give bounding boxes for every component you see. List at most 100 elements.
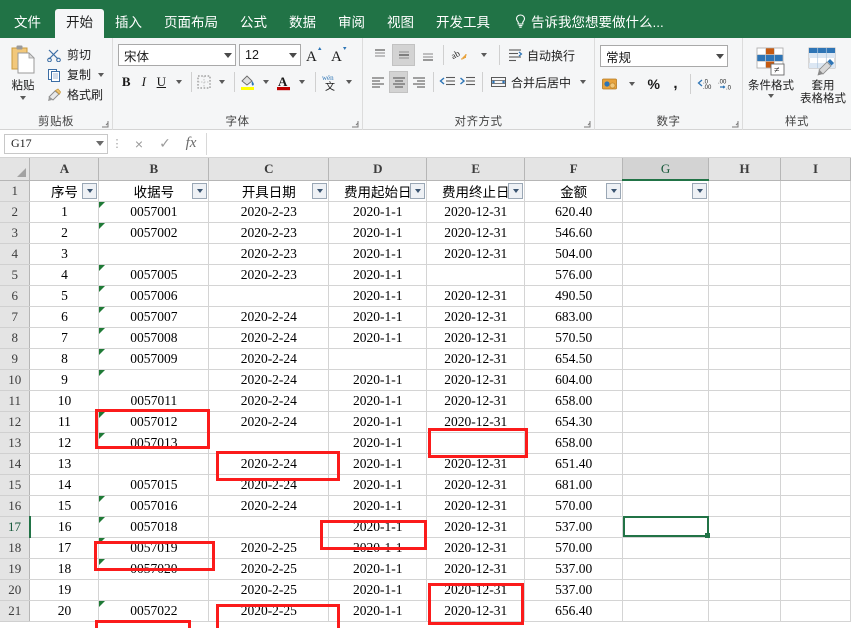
filter-dropdown-icon[interactable] [312, 182, 328, 199]
cell-D5[interactable]: 2020-1-1 [328, 264, 428, 286]
cell-A17[interactable]: 16 [29, 516, 100, 538]
cell-B5[interactable]: 0057005 [98, 264, 210, 286]
font-size-combobox[interactable]: 12 [239, 44, 301, 66]
cell-D20[interactable]: 2020-1-1 [328, 579, 428, 601]
comma-style-button[interactable]: , [665, 73, 686, 95]
cell-F8[interactable]: 570.50 [524, 327, 624, 349]
cell-F21[interactable]: 656.40 [524, 600, 624, 622]
clipboard-dialog-launcher[interactable] [101, 120, 109, 128]
cell-F15[interactable]: 681.00 [524, 474, 624, 496]
cell-D16[interactable]: 2020-1-1 [328, 495, 428, 517]
tab-insert[interactable]: 插入 [104, 9, 153, 38]
cell-H8[interactable] [708, 327, 782, 349]
cell-C19[interactable]: 2020-2-25 [208, 558, 330, 580]
cell-A5[interactable]: 4 [29, 264, 100, 286]
cell-F18[interactable]: 570.00 [524, 537, 624, 559]
cell-G18[interactable] [622, 537, 710, 559]
cell-I20[interactable] [780, 579, 851, 601]
cell-A19[interactable]: 18 [29, 558, 100, 580]
row-header-14[interactable]: 14 [0, 453, 31, 475]
cell-D3[interactable]: 2020-1-1 [328, 222, 428, 244]
filter-dropdown-icon[interactable] [410, 182, 426, 199]
cell-A21[interactable]: 20 [29, 600, 100, 622]
filter-dropdown-icon[interactable] [692, 183, 708, 199]
bold-button[interactable]: B [118, 71, 135, 93]
tab-review[interactable]: 审阅 [327, 9, 376, 38]
chevron-down-icon[interactable] [289, 52, 297, 58]
row-header-16[interactable]: 16 [0, 495, 31, 517]
cell-G21[interactable] [622, 600, 710, 622]
cell-I11[interactable] [780, 390, 851, 412]
cell-G19[interactable] [622, 558, 710, 580]
row-header-8[interactable]: 8 [0, 327, 31, 349]
font-color-dropdown[interactable] [294, 71, 311, 93]
underline-button[interactable]: U [153, 71, 170, 93]
cell-I17[interactable] [780, 516, 851, 538]
conditional-formatting-button[interactable]: ≠ 条件格式 [748, 44, 794, 98]
cell-I15[interactable] [780, 474, 851, 496]
tab-home[interactable]: 开始 [55, 9, 104, 38]
cell-B8[interactable]: 0057008 [98, 327, 210, 349]
name-box[interactable]: G17 [4, 133, 108, 154]
row-header-17[interactable]: 17 [0, 516, 31, 538]
cell-F11[interactable]: 658.00 [524, 390, 624, 412]
row-header-1[interactable]: 1 [0, 180, 31, 202]
cut-button[interactable]: 剪切 [43, 45, 107, 64]
cell-B7[interactable]: 0057007 [98, 306, 210, 328]
row-header-11[interactable]: 11 [0, 390, 31, 412]
align-right-button[interactable] [409, 71, 429, 93]
cell-B16[interactable]: 0057016 [98, 495, 210, 517]
cell-E8[interactable]: 2020-12-31 [426, 327, 526, 349]
cell-A12[interactable]: 11 [29, 411, 100, 433]
cell-A18[interactable]: 17 [29, 537, 100, 559]
cell-H10[interactable] [708, 369, 782, 391]
cell-I13[interactable] [780, 432, 851, 454]
cell-C14[interactable]: 2020-2-24 [208, 453, 330, 475]
cell-A3[interactable]: 2 [29, 222, 100, 244]
header-cell-d[interactable]: 费用起始日 [328, 180, 428, 202]
cell-B12[interactable]: 0057012 [98, 411, 210, 433]
column-header-g[interactable]: G [622, 158, 710, 181]
cell-C15[interactable]: 2020-2-24 [208, 474, 330, 496]
chevron-down-icon[interactable] [580, 80, 586, 84]
row-header-3[interactable]: 3 [0, 222, 31, 244]
cell-H14[interactable] [708, 453, 782, 475]
cell-C10[interactable]: 2020-2-24 [208, 369, 330, 391]
cell-D19[interactable]: 2020-1-1 [328, 558, 428, 580]
cell-H21[interactable] [708, 600, 782, 622]
cell-A11[interactable]: 10 [29, 390, 100, 412]
cell-G13[interactable] [622, 432, 710, 454]
accounting-dropdown[interactable] [622, 73, 643, 95]
row-header-15[interactable]: 15 [0, 474, 31, 496]
cell-A2[interactable]: 1 [29, 201, 100, 223]
select-all-corner[interactable] [0, 158, 31, 181]
cell-E5[interactable] [426, 264, 526, 286]
cell-G12[interactable] [622, 411, 710, 433]
cell-I9[interactable] [780, 348, 851, 370]
filter-dropdown-icon[interactable] [508, 182, 524, 199]
cell-C20[interactable]: 2020-2-25 [208, 579, 330, 601]
cell-D9[interactable] [328, 348, 428, 370]
cell-H19[interactable] [708, 558, 782, 580]
format-as-table-button[interactable]: 套用 表格格式 [800, 44, 846, 106]
header-cell-c[interactable]: 开具日期 [208, 180, 330, 202]
cell-G5[interactable] [622, 264, 710, 286]
cell-C18[interactable]: 2020-2-25 [208, 537, 330, 559]
number-dialog-launcher[interactable] [731, 120, 739, 128]
filter-dropdown-icon[interactable] [606, 182, 622, 199]
cell-B11[interactable]: 0057011 [98, 390, 210, 412]
cell-C5[interactable]: 2020-2-23 [208, 264, 330, 286]
header-cell-f[interactable]: 金额 [524, 180, 624, 202]
cell-G20[interactable] [622, 579, 710, 601]
copy-button[interactable]: 复制 [43, 65, 107, 84]
cell-H6[interactable] [708, 285, 782, 307]
cell-B4[interactable] [98, 243, 210, 265]
cell-B14[interactable] [98, 453, 210, 475]
cell-F20[interactable]: 537.00 [524, 579, 624, 601]
borders-button[interactable] [196, 71, 213, 93]
cell-B21[interactable]: 0057022 [98, 600, 210, 622]
cell-I18[interactable] [780, 537, 851, 559]
cell-G6[interactable] [622, 285, 710, 307]
cell-F12[interactable]: 654.30 [524, 411, 624, 433]
align-middle-button[interactable] [392, 44, 415, 66]
